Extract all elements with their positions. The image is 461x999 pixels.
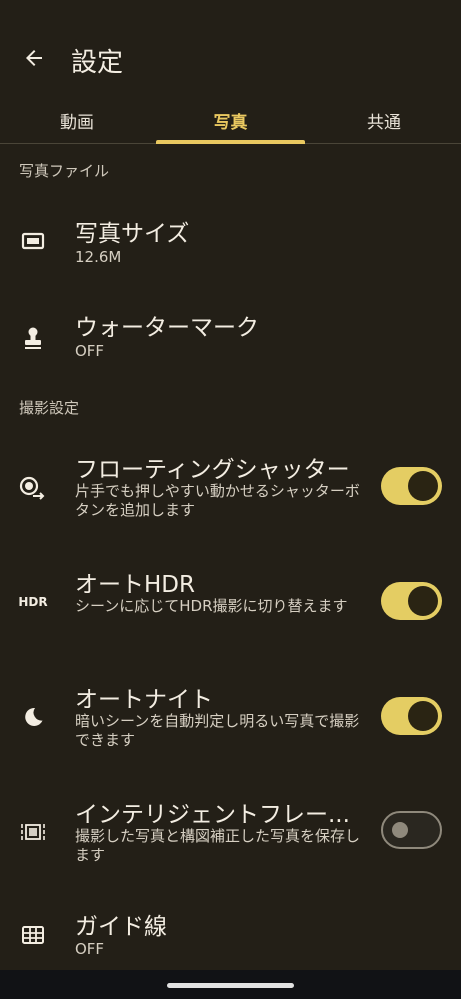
photo-size-icon: [18, 226, 48, 256]
setting-auto-hdr[interactable]: HDR オートHDR シーンに応じてHDR撮影に切り替えます: [0, 555, 461, 660]
active-tab-indicator: [156, 140, 305, 144]
section-header-shooting-settings: 撮影設定: [19, 399, 80, 417]
arrow-back-icon: [22, 46, 46, 74]
floating-shutter-icon: [18, 473, 48, 503]
intelligent-frame-toggle[interactable]: [381, 811, 442, 849]
setting-title: フローティングシャッター: [75, 457, 350, 483]
setting-description: 撮影した写真と構図補正した写真を保存します: [75, 827, 361, 864]
page-title: 設定: [71, 48, 124, 78]
tab-video[interactable]: 動画: [0, 96, 154, 144]
setting-photo-size[interactable]: 写真サイズ 12.6M: [0, 196, 461, 286]
setting-title: オートナイト: [75, 687, 213, 713]
section-header-photo-file: 写真ファイル: [19, 162, 110, 180]
setting-title: インテリジェントフレー...: [75, 802, 350, 828]
setting-description: シーンに応じてHDR撮影に切り替えます: [75, 597, 348, 615]
setting-intelligent-frame[interactable]: インテリジェントフレー... 撮影した写真と構図補正した写真を保存します: [0, 785, 461, 890]
setting-guide-lines[interactable]: ガイド線 OFF: [0, 895, 461, 970]
hdr-icon: HDR: [18, 595, 48, 609]
tab-common[interactable]: 共通: [307, 96, 461, 144]
tab-bar: 動画 写真 共通: [0, 96, 461, 144]
frame-correction-icon: [18, 817, 48, 847]
home-gesture-handle[interactable]: [167, 983, 294, 988]
toggle-knob: [408, 701, 438, 731]
top-app-bar: 設定: [0, 0, 461, 100]
floating-shutter-toggle[interactable]: [381, 467, 442, 505]
toggle-knob: [408, 586, 438, 616]
setting-title: ウォーターマーク: [75, 315, 259, 341]
moon-icon: [18, 702, 48, 732]
setting-title: ガイド線: [75, 914, 167, 940]
setting-value: OFF: [75, 940, 105, 958]
back-button[interactable]: [18, 44, 50, 76]
setting-floating-shutter[interactable]: フローティングシャッター 片手でも押しやすい動かせるシャッターボタンを追加します: [0, 440, 461, 545]
setting-value: 12.6M: [75, 248, 122, 266]
setting-watermark[interactable]: ウォーターマーク OFF: [0, 290, 461, 390]
setting-description: 片手でも押しやすい動かせるシャッターボタンを追加します: [75, 482, 360, 519]
setting-auto-night[interactable]: オートナイト 暗いシーンを自動判定し明るい写真で撮影できます: [0, 670, 461, 775]
setting-description: 暗いシーンを自動判定し明るい写真で撮影できます: [75, 712, 360, 749]
grid-icon: [18, 920, 48, 950]
setting-title: 写真サイズ: [75, 221, 190, 247]
setting-title: オートHDR: [75, 572, 195, 598]
tab-photo[interactable]: 写真: [154, 96, 307, 144]
stamp-icon: [18, 323, 48, 353]
setting-value: OFF: [75, 342, 105, 360]
toggle-knob: [392, 822, 408, 838]
toggle-knob: [408, 471, 438, 501]
auto-night-toggle[interactable]: [381, 697, 442, 735]
auto-hdr-toggle[interactable]: [381, 582, 442, 620]
